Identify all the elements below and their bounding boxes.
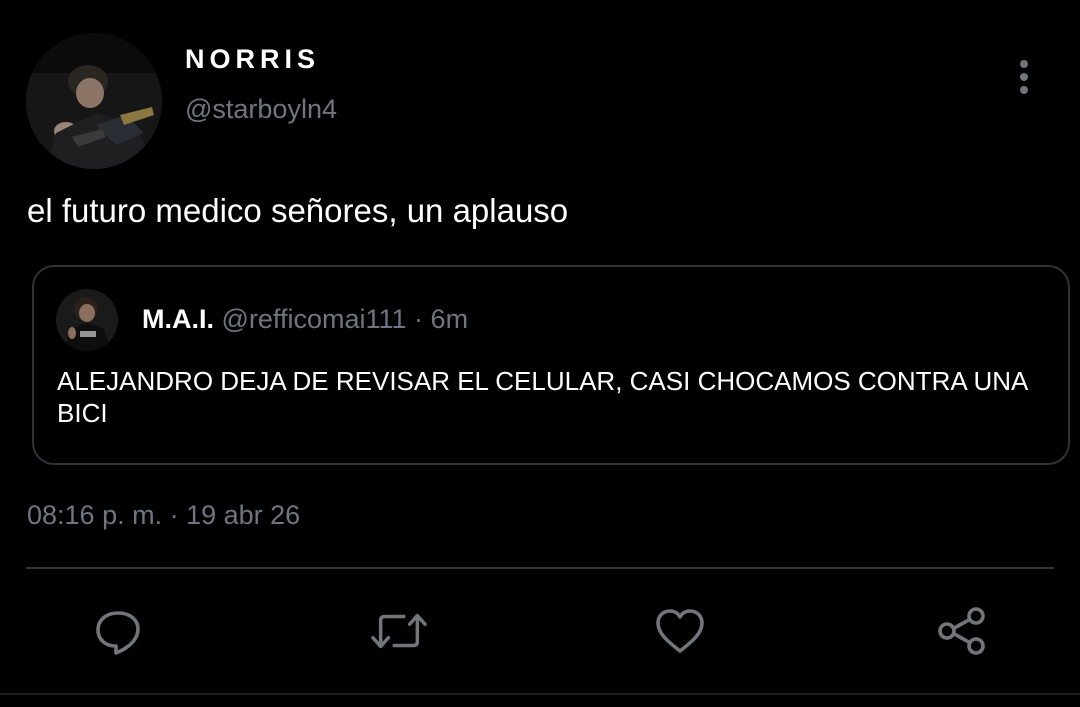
quote-display-name[interactable]: M.A.I. (142, 304, 214, 334)
quote-text: ALEJANDRO DEJA DE REVISAR EL CELULAR, CA… (57, 366, 1027, 428)
quote-time: 6m (430, 304, 469, 334)
reply-icon (96, 611, 140, 655)
quote-header: M.A.I. @refficomai111 · 6m (142, 304, 468, 335)
author-display-name[interactable]: NORRIS (185, 44, 320, 75)
quote-handle[interactable]: @refficomai111 (222, 304, 407, 334)
quoted-tweet-card[interactable]: M.A.I. @refficomai111 · 6m ALEJANDRO DEJ… (32, 265, 1070, 465)
quote-author-avatar[interactable] (56, 289, 118, 351)
bottom-divider (0, 693, 1080, 695)
author-handle[interactable]: @starboyln4 (185, 94, 337, 125)
share-icon (938, 607, 985, 655)
tweet-timestamp[interactable]: 08:16 p. m. · 19 abr 26 (27, 500, 300, 531)
divider (26, 567, 1054, 569)
retweet-button[interactable] (371, 603, 427, 659)
quote-author-photo (56, 289, 118, 351)
tweet-text: el futuro medico señores, un aplauso (27, 192, 569, 229)
retweet-icon (371, 613, 427, 649)
heart-icon (656, 609, 704, 653)
more-vertical-icon (1020, 60, 1028, 94)
quote-separator: · (414, 304, 424, 334)
share-button[interactable] (934, 603, 990, 659)
author-avatar[interactable] (26, 33, 162, 169)
more-options-button[interactable] (1004, 58, 1044, 96)
reply-button[interactable] (90, 603, 146, 659)
like-button[interactable] (652, 603, 708, 659)
author-photo (26, 33, 162, 169)
